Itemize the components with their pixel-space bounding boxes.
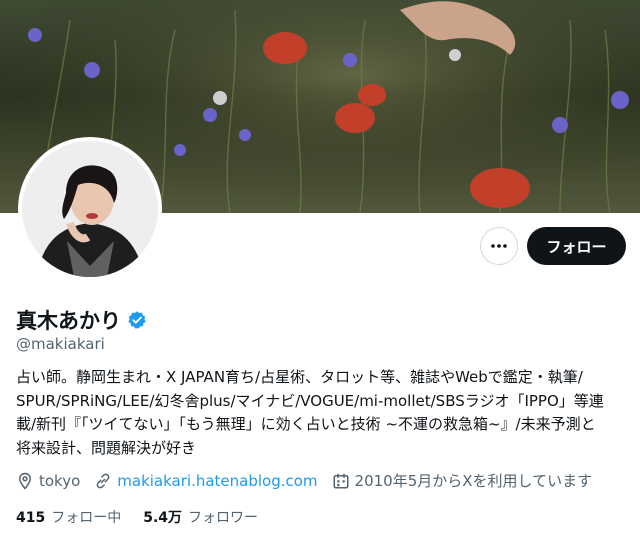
more-horizontal-icon bbox=[491, 244, 507, 248]
profile-meta: tokyo makiakari.hatenablog.com 2010年5月から… bbox=[16, 470, 606, 491]
follow-stats: 415 フォロー中 5.4万 フォロワー bbox=[16, 507, 280, 527]
follow-button[interactable]: フォロー bbox=[527, 227, 626, 265]
display-name: 真木あかり bbox=[16, 309, 121, 333]
location-item: tokyo bbox=[16, 472, 80, 490]
link-icon bbox=[96, 473, 110, 488]
website-link[interactable]: makiakari.hatenablog.com bbox=[117, 472, 317, 490]
website-item[interactable]: makiakari.hatenablog.com bbox=[94, 472, 318, 490]
followers-count: 5.4万 bbox=[143, 510, 183, 526]
verified-badge-icon[interactable] bbox=[127, 310, 147, 330]
user-handle: @makiakari bbox=[16, 335, 105, 353]
joined-item: 2010年5月からXを利用しています bbox=[332, 470, 593, 491]
followers-stat[interactable]: 5.4万 フォロワー bbox=[143, 507, 258, 527]
following-stat[interactable]: 415 フォロー中 bbox=[16, 507, 121, 527]
profile-name-row: 真木あかり bbox=[16, 305, 147, 335]
location-pin-icon bbox=[18, 472, 32, 490]
profile-bio: 占い師。静岡生まれ・X JAPAN育ち/占星術、タロット等、雑誌やWebで鑑定・… bbox=[16, 368, 604, 457]
followers-label: フォロワー bbox=[188, 510, 259, 526]
calendar-icon bbox=[333, 473, 349, 488]
joined-text: 2010年5月からXを利用しています bbox=[354, 472, 593, 490]
more-options-button[interactable] bbox=[480, 227, 518, 265]
profile-avatar[interactable] bbox=[18, 137, 162, 281]
following-count: 415 bbox=[16, 510, 46, 526]
avatar-photo bbox=[22, 141, 158, 277]
following-label: フォロー中 bbox=[51, 510, 122, 526]
location-text: tokyo bbox=[39, 471, 81, 490]
